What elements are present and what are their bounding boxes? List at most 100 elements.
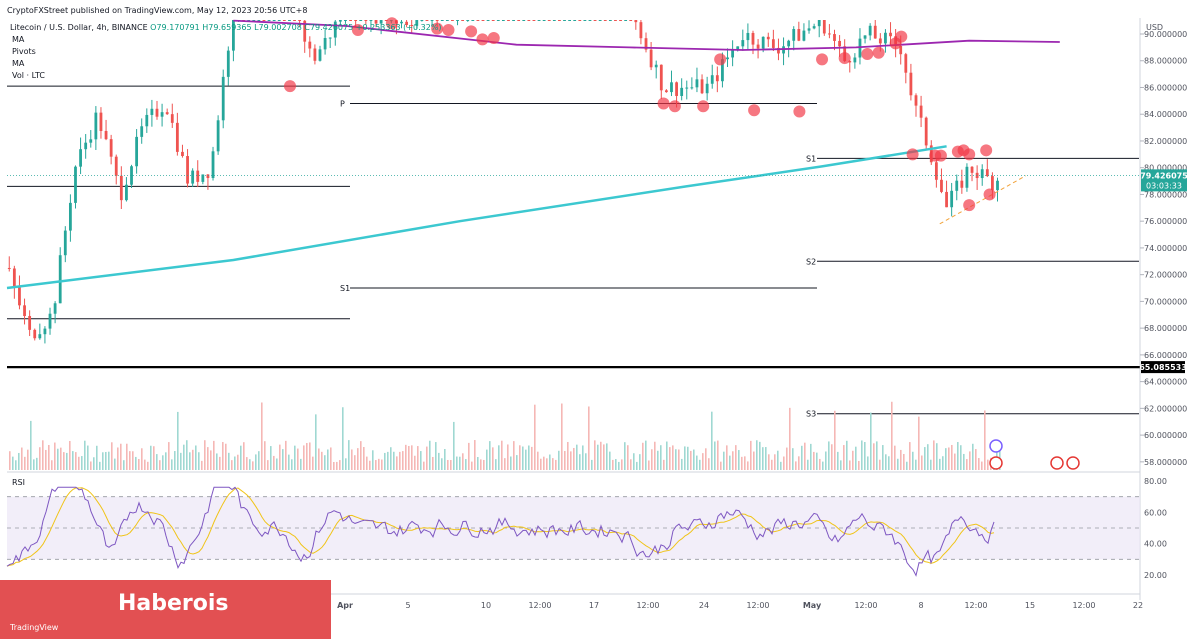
candle-body bbox=[211, 151, 215, 179]
highlight-marker bbox=[934, 149, 947, 162]
volume-bar bbox=[414, 455, 416, 470]
candle-body bbox=[934, 162, 938, 180]
candle-body bbox=[512, 20, 515, 21]
volume-bar bbox=[42, 440, 44, 470]
candle-body bbox=[53, 303, 57, 314]
legend-ma-1[interactable]: MA bbox=[12, 35, 24, 44]
volume-bar bbox=[540, 458, 542, 470]
volume-bar bbox=[705, 448, 707, 470]
volume-bar bbox=[324, 455, 326, 470]
volume-bar bbox=[372, 450, 374, 470]
rsi-tick-label: 60.00 bbox=[1144, 508, 1167, 517]
volume-bar bbox=[507, 444, 509, 470]
candle-body bbox=[593, 20, 597, 21]
volume-bar bbox=[159, 460, 161, 470]
volume-bar bbox=[567, 441, 569, 470]
volume-bar bbox=[801, 445, 803, 470]
candle-body bbox=[588, 20, 592, 21]
volume-bar bbox=[117, 447, 119, 470]
candle-body bbox=[670, 82, 673, 93]
candle-body bbox=[94, 112, 98, 140]
volume-bar bbox=[339, 460, 341, 470]
volume-bar bbox=[951, 444, 953, 470]
volume-bar bbox=[336, 461, 338, 470]
candle-body bbox=[583, 20, 587, 21]
volume-bar bbox=[396, 456, 398, 470]
candle-body bbox=[221, 76, 225, 121]
volume-bar bbox=[255, 454, 257, 470]
volume-bar bbox=[777, 450, 779, 470]
volume-bar bbox=[153, 446, 155, 470]
highlight-marker bbox=[963, 148, 976, 161]
time-tick-label: 24 bbox=[699, 601, 709, 610]
candle-body bbox=[150, 108, 154, 115]
legend-ma-2[interactable]: MA bbox=[12, 59, 24, 68]
price-chart[interactable]: 58.000000 60.000000 62.000000 64.000000 66.0… bbox=[0, 0, 1200, 639]
volume-bar bbox=[168, 442, 170, 470]
candle-body bbox=[84, 142, 88, 150]
volume-bar bbox=[261, 402, 263, 470]
volume-bar bbox=[171, 459, 173, 470]
volume-bar bbox=[48, 444, 50, 470]
candle-body bbox=[38, 334, 42, 339]
candle-body bbox=[751, 32, 755, 45]
legend-pivots[interactable]: Pivots bbox=[12, 47, 36, 56]
time-tick-label: 12:00 bbox=[636, 601, 659, 610]
candle-body bbox=[425, 20, 429, 21]
volume-bar bbox=[363, 447, 365, 470]
highlight-marker bbox=[980, 144, 993, 157]
volume-bar bbox=[150, 445, 152, 470]
volume-bar bbox=[423, 461, 425, 470]
time-tick-label: 12:00 bbox=[854, 601, 877, 610]
price-tick-label: 78.000000 bbox=[1144, 190, 1187, 199]
volume-bar bbox=[312, 456, 314, 470]
volume-bar bbox=[57, 448, 59, 470]
volume-bar bbox=[66, 452, 68, 470]
candle-body bbox=[471, 20, 475, 21]
volume-bar bbox=[621, 459, 623, 470]
volume-bar bbox=[486, 449, 488, 470]
volume-bar bbox=[222, 442, 224, 470]
candle-body bbox=[119, 175, 123, 201]
candle-body bbox=[629, 20, 633, 21]
candle-body bbox=[461, 20, 465, 21]
volume-bar bbox=[420, 451, 422, 470]
volume-bar bbox=[207, 447, 209, 470]
volume-bar bbox=[927, 444, 929, 470]
volume-bar bbox=[636, 461, 638, 470]
candle-body bbox=[873, 25, 877, 39]
price-tick-label: 88.000000 bbox=[1144, 57, 1187, 66]
candle-body bbox=[537, 20, 541, 21]
candle-body bbox=[293, 20, 296, 21]
volume-bar bbox=[33, 459, 35, 470]
volume-bar bbox=[981, 461, 983, 470]
volume-bar bbox=[864, 442, 866, 470]
volume-bar bbox=[144, 459, 146, 470]
volume-bar bbox=[252, 461, 254, 470]
volume-bar bbox=[237, 454, 239, 470]
candle-body bbox=[761, 36, 765, 49]
candle-body bbox=[369, 20, 373, 21]
legend-volume[interactable]: Vol · LTC bbox=[12, 71, 45, 80]
candle-body bbox=[435, 20, 439, 21]
highlight-marker bbox=[668, 100, 681, 113]
volume-bar bbox=[555, 459, 557, 470]
volume-bar bbox=[942, 456, 944, 470]
price-tick-label: 66.000000 bbox=[1144, 351, 1187, 360]
volume-bar bbox=[594, 440, 596, 470]
volume-bar bbox=[267, 460, 269, 470]
volume-bar bbox=[615, 459, 617, 470]
candle-body bbox=[945, 191, 948, 208]
volume-bar bbox=[132, 451, 134, 470]
volume-bar bbox=[672, 445, 674, 470]
candle-body bbox=[746, 32, 750, 41]
ohlc-values: O79.170791 H79.659365 L79.002708 C79.426… bbox=[150, 23, 442, 32]
volume-bar bbox=[435, 442, 437, 470]
candle-body bbox=[996, 180, 999, 191]
volume-bar bbox=[939, 458, 941, 470]
volume-bar bbox=[348, 440, 350, 470]
time-tick-label: 12:00 bbox=[1072, 601, 1095, 610]
volume-bar bbox=[645, 440, 647, 470]
volume-bar bbox=[498, 445, 500, 470]
volume-bar bbox=[945, 448, 947, 470]
